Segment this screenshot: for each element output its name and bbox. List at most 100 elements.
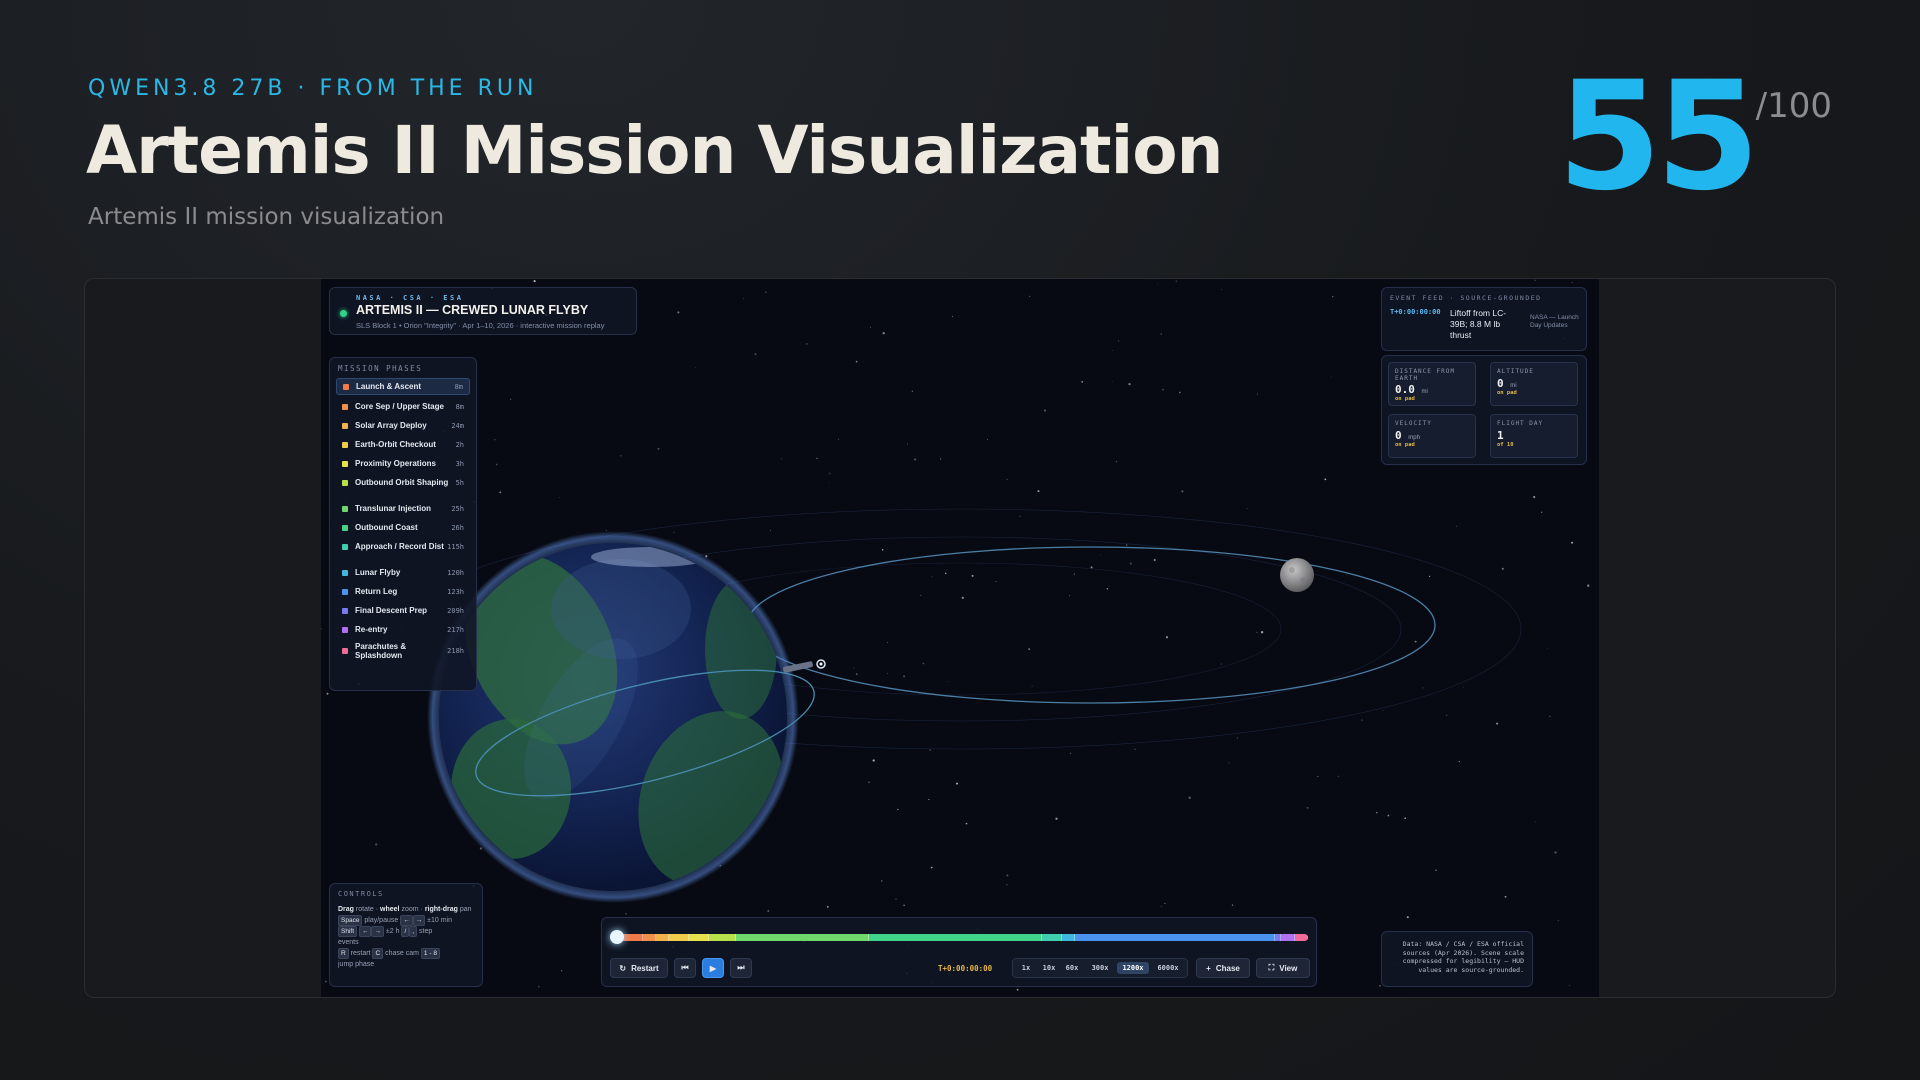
timeline-segment <box>735 934 869 941</box>
star <box>971 574 974 577</box>
star <box>1175 280 1177 282</box>
star <box>657 447 660 450</box>
phase-item[interactable]: Solar Array Deploy 24m <box>336 417 470 434</box>
speed-option[interactable]: 300x <box>1085 962 1115 974</box>
phase-duration: 5h <box>455 478 464 487</box>
star <box>1382 710 1384 711</box>
telemetry-label: FLIGHT DAY <box>1497 420 1544 427</box>
star <box>324 980 327 983</box>
timeline-segment <box>669 934 690 941</box>
phase-item[interactable]: Re-entry 217h <box>336 621 470 638</box>
star <box>510 398 512 400</box>
phase-item[interactable]: Outbound Coast 26h <box>336 519 470 536</box>
timeline-segment <box>1061 934 1076 941</box>
star <box>1571 541 1574 544</box>
star <box>1501 567 1504 570</box>
restart-button[interactable]: ↻ Restart <box>610 958 668 978</box>
credits-panel: Data: NASA / CSA / ESA official sources … <box>1381 931 1533 987</box>
star <box>1428 575 1431 578</box>
telemetry-sub: on pad <box>1395 396 1415 402</box>
star <box>1028 648 1031 651</box>
star <box>625 913 627 915</box>
phase-item[interactable]: Outbound Orbit Shaping 5h <box>336 474 470 491</box>
timeline-segment <box>1281 934 1295 941</box>
star <box>1331 295 1334 298</box>
star <box>1165 636 1169 639</box>
phase-color-swatch <box>342 441 348 448</box>
phase-item[interactable]: Proximity Operations 3h <box>336 455 470 472</box>
star <box>920 594 922 597</box>
star <box>895 898 897 900</box>
phase-item[interactable]: Lunar Flyby 120h <box>336 564 470 581</box>
star <box>947 681 949 682</box>
play-button[interactable]: ▶ <box>702 958 724 978</box>
star <box>855 673 858 675</box>
phase-color-swatch <box>342 422 348 429</box>
star <box>887 642 888 643</box>
phase-item[interactable]: Core Sep / Upper Stage 8m <box>336 398 470 415</box>
star <box>1541 511 1543 513</box>
fullscreen-icon: ⛶ <box>1268 963 1275 972</box>
speed-option[interactable]: 6000x <box>1151 962 1185 974</box>
next-phase-button[interactable]: ⏭ <box>730 958 752 978</box>
moon-crater <box>1300 577 1306 583</box>
speed-option[interactable]: 60x <box>1061 962 1083 974</box>
star <box>561 970 563 972</box>
star <box>944 572 947 575</box>
star <box>495 463 498 466</box>
phase-item[interactable]: Launch & Ascent 8m <box>336 378 470 395</box>
star <box>1546 648 1548 649</box>
telemetry-value: 0 mi <box>1497 377 1517 390</box>
phase-item[interactable]: Translunar Injection 25h <box>336 500 470 517</box>
star <box>1256 631 1258 633</box>
phase-color-swatch <box>342 524 348 531</box>
phases-title: MISSION PHASES <box>338 364 423 373</box>
star <box>1006 884 1008 886</box>
star <box>1162 388 1164 391</box>
phase-item[interactable]: Final Descent Prep 209h <box>336 602 470 619</box>
timeline-handle[interactable] <box>610 930 624 944</box>
phase-item[interactable]: Earth-Orbit Checkout 2h <box>336 436 470 453</box>
star <box>922 662 925 665</box>
chase-button[interactable]: + Chase <box>1196 958 1250 978</box>
score-max: /100 <box>1755 86 1832 126</box>
star <box>881 880 883 882</box>
phase-item[interactable]: Approach / Record Dist 115h <box>336 538 470 555</box>
telemetry-panel: DISTANCE FROM EARTH 0.0 mi on pad ALTITUDE 0… <box>1381 355 1587 465</box>
star <box>870 326 871 328</box>
speed-option[interactable]: 1200x <box>1117 962 1149 974</box>
timeline-segment <box>689 934 710 941</box>
star <box>806 343 808 345</box>
timeline-segment <box>709 934 736 941</box>
phase-duration: 2h <box>455 440 464 449</box>
phase-color-swatch <box>342 588 348 595</box>
play-icon: ▶ <box>709 963 717 973</box>
star <box>1306 806 1309 809</box>
star <box>1006 478 1008 480</box>
speed-option[interactable]: 1x <box>1017 962 1035 974</box>
phase-item[interactable]: Parachutes & Splashdown 218h <box>336 640 470 662</box>
star <box>931 576 933 578</box>
star <box>1164 902 1166 904</box>
controls-help: Drag rotate · wheel zoom · right-drag pa… <box>338 906 472 968</box>
timeline-scrubber[interactable] <box>616 934 1308 941</box>
event-feed-panel: EVENT FEED · SOURCE-GROUNDED T+0:00:00:0… <box>1381 287 1587 351</box>
phase-color-swatch <box>342 648 348 654</box>
phase-label: Earth-Orbit Checkout <box>355 440 436 449</box>
phase-label: Solar Array Deploy <box>355 421 427 430</box>
star <box>886 673 888 674</box>
shift-key: Shift <box>338 926 358 937</box>
phase-color-swatch <box>342 460 348 467</box>
speed-option[interactable]: 10x <box>1039 962 1059 974</box>
star <box>375 843 378 846</box>
prev-phase-button[interactable]: ⏮ <box>674 958 696 978</box>
view-button[interactable]: ⛶ View <box>1256 958 1310 978</box>
star <box>1257 393 1258 395</box>
mission-viewport[interactable]: NASA · CSA · ESA ARTEMIS II — CREWED LUN… <box>321 279 1599 997</box>
phase-item[interactable]: Return Leg 123h <box>336 583 470 600</box>
moon[interactable] <box>1280 558 1314 592</box>
star <box>1090 566 1093 569</box>
star <box>1533 495 1536 499</box>
phase-label: Final Descent Prep <box>355 606 428 615</box>
star <box>321 628 322 630</box>
